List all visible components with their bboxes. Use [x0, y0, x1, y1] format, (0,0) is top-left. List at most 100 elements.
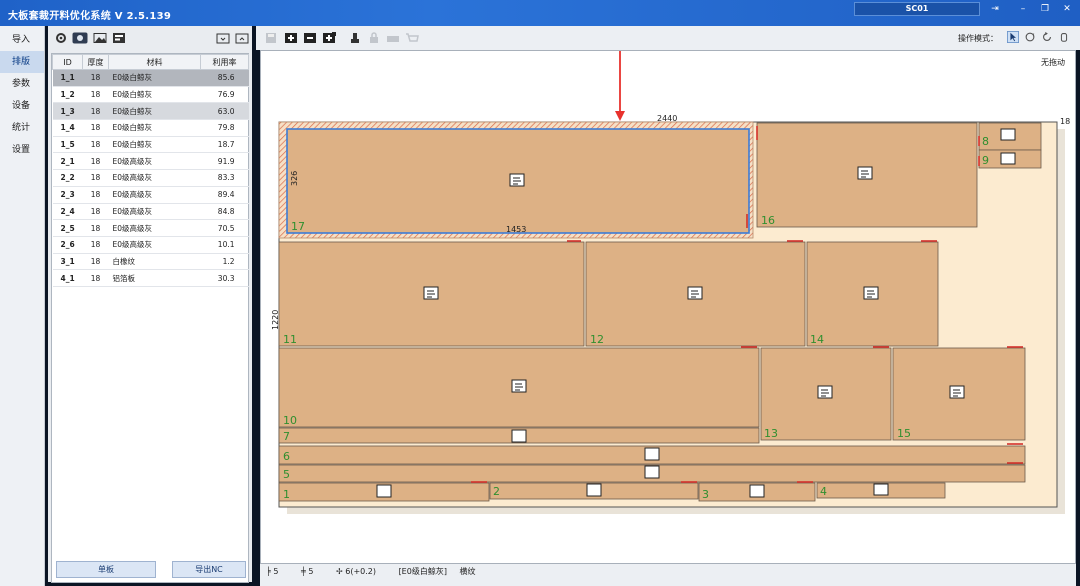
- restore-icon[interactable]: ❐: [1038, 3, 1052, 15]
- pointer-mode-icon[interactable]: [1006, 31, 1020, 43]
- cell-thickness: 18: [82, 219, 109, 237]
- part-width-dimension: 1453: [506, 225, 526, 234]
- table-header-row: ID 厚度 材料 利用率: [52, 54, 249, 70]
- sheet-drawing[interactable]: 1 2 3 4 5 6 7 8 9 10 11 12 13 14 15 16 1…: [261, 51, 1075, 563]
- cell-id: 2_4: [52, 203, 83, 221]
- table-row[interactable]: 2_2 18 E0级高级灰 83.3: [52, 169, 249, 187]
- rotate-left-icon[interactable]: [1040, 31, 1054, 43]
- col-header-id[interactable]: ID: [52, 54, 83, 70]
- status-count-b: ╪ 5: [301, 567, 314, 576]
- table-row[interactable]: 2_3 18 E0级高级灰 89.4: [52, 186, 249, 204]
- cell-rate: 1.2: [200, 253, 249, 271]
- table-row[interactable]: 2_1 18 E0级高级灰 91.9: [52, 152, 249, 171]
- part-label-14: 14: [810, 333, 824, 346]
- table-row[interactable]: 4_1 18 铝箔板 30.3: [52, 269, 249, 287]
- cell-rate: 84.8: [200, 203, 249, 221]
- nav-item-device[interactable]: 设备: [0, 95, 44, 117]
- part-label-8: 8: [982, 135, 989, 148]
- saw-blade-icon[interactable]: [72, 32, 88, 44]
- nav-item-stats[interactable]: 统计: [0, 117, 44, 139]
- add-icon[interactable]: [284, 32, 298, 44]
- cell-thickness: 18: [82, 269, 109, 287]
- cell-id: 4_1: [52, 269, 83, 287]
- image-icon[interactable]: [93, 32, 107, 44]
- cell-thickness: 18: [82, 169, 109, 187]
- lock-icon[interactable]: [367, 32, 381, 44]
- table-row[interactable]: 1_1 18 E0级白鲸灰 85.6: [52, 69, 249, 87]
- sheet-table: ID 厚度 材料 利用率 1_1 18 E0级白鲸灰 85.6 1_2 18 E0级白鲸灰…: [51, 53, 249, 583]
- cell-rate: 79.8: [200, 119, 249, 137]
- part-label-4: 4: [820, 485, 827, 498]
- part-label-10: 10: [283, 414, 297, 427]
- table-row[interactable]: 2_5 18 E0级高级灰 70.5: [52, 219, 249, 237]
- cut-icon[interactable]: [386, 32, 400, 44]
- nav-item-import[interactable]: 导入: [0, 29, 44, 51]
- table-row[interactable]: 1_2 18 E0级白鲸灰 76.9: [52, 86, 249, 104]
- rotate-mode-icon[interactable]: [1023, 31, 1037, 43]
- cell-thickness: 18: [82, 86, 109, 104]
- cell-material: E0级白鲸灰: [108, 86, 201, 104]
- import-folder-icon[interactable]: [216, 32, 230, 44]
- cell-rate: 18.7: [200, 136, 249, 154]
- part-label-13: 13: [764, 427, 778, 440]
- cell-rate: 89.4: [200, 186, 249, 204]
- cell-thickness: 18: [82, 186, 109, 204]
- remove-icon[interactable]: [303, 32, 317, 44]
- cell-rate: 76.9: [200, 86, 249, 104]
- sheet-thickness-label: 18: [1060, 117, 1070, 126]
- cell-material: E0级白鲸灰: [108, 102, 201, 121]
- minimize-icon[interactable]: –: [1016, 3, 1030, 15]
- table-row[interactable]: 1_5 18 E0级白鲸灰 18.7: [52, 136, 249, 154]
- add-part-icon[interactable]: [322, 32, 336, 44]
- table-row[interactable]: 1_4 18 E0级白鲸灰 79.8: [52, 119, 249, 137]
- list-toolbar: [48, 26, 252, 52]
- table-row[interactable]: 2_4 18 E0级高级灰 84.8: [52, 203, 249, 221]
- status-count-a: ╞ 5: [266, 567, 279, 576]
- cell-thickness: 18: [82, 253, 109, 271]
- cell-thickness: 18: [82, 69, 109, 87]
- label-print-icon[interactable]: [112, 32, 126, 44]
- part-label-9: 9: [982, 154, 989, 167]
- gear-icon[interactable]: [54, 32, 68, 44]
- cell-id: 1_4: [52, 119, 83, 137]
- export-folder-icon[interactable]: [235, 32, 249, 44]
- cell-id: 2_1: [52, 152, 83, 171]
- cell-material: E0级高级灰: [108, 186, 201, 204]
- cart-icon[interactable]: [405, 32, 419, 44]
- cell-thickness: 18: [82, 152, 109, 171]
- logout-icon[interactable]: ⇥: [988, 3, 1002, 15]
- close-icon[interactable]: ✕: [1060, 3, 1074, 15]
- cell-id: 3_1: [52, 253, 83, 271]
- save-icon[interactable]: [264, 32, 278, 44]
- nav-item-params[interactable]: 参数: [0, 73, 44, 95]
- left-nav: 导入 排版 参数 设备 统计 设置: [0, 26, 45, 586]
- part-label-11: 11: [283, 333, 297, 346]
- col-header-rate[interactable]: 利用率: [200, 54, 249, 70]
- brush-icon[interactable]: [348, 32, 362, 44]
- red-annotation-arrow: [615, 51, 625, 121]
- table-row[interactable]: 2_6 18 E0级高级灰 10.1: [52, 236, 249, 254]
- title-bar: 大板套裁开料优化系统 V 2.5.139 SC01 ⇥ – ❐ ✕: [0, 0, 1080, 26]
- export-nc-button[interactable]: 导出NC: [172, 561, 246, 578]
- status-material: [E0级白鲸灰]: [398, 567, 447, 576]
- cell-id: 2_3: [52, 186, 83, 204]
- nav-item-settings[interactable]: 设置: [0, 139, 44, 161]
- col-header-thickness[interactable]: 厚度: [82, 54, 109, 70]
- part-label-17: 17: [291, 220, 305, 233]
- part-height-dimension: 326: [290, 171, 299, 186]
- layout-canvas[interactable]: 无拖动 1 2 3 4 5 6 7 8 9 10 11 12 13 14 15 …: [260, 50, 1076, 564]
- cell-rate: 83.3: [200, 169, 249, 187]
- part-label-12: 12: [590, 333, 604, 346]
- pan-hand-icon[interactable]: [1057, 31, 1071, 43]
- status-count-c: ✢ 6(+0.2): [336, 567, 377, 576]
- cell-thickness: 18: [82, 119, 109, 137]
- table-row[interactable]: 3_1 18 白橡纹 1.2: [52, 253, 249, 271]
- part-label-2: 2: [493, 485, 500, 498]
- col-header-material[interactable]: 材料: [108, 54, 201, 70]
- cell-material: E0级高级灰: [108, 152, 201, 171]
- table-row[interactable]: 1_3 18 E0级白鲸灰 63.0: [52, 102, 249, 121]
- user-id-box[interactable]: SC01: [854, 2, 980, 16]
- part-label-6: 6: [283, 450, 290, 463]
- nav-item-layout[interactable]: 排版: [0, 51, 44, 73]
- single-sheet-button[interactable]: 单板: [56, 561, 156, 578]
